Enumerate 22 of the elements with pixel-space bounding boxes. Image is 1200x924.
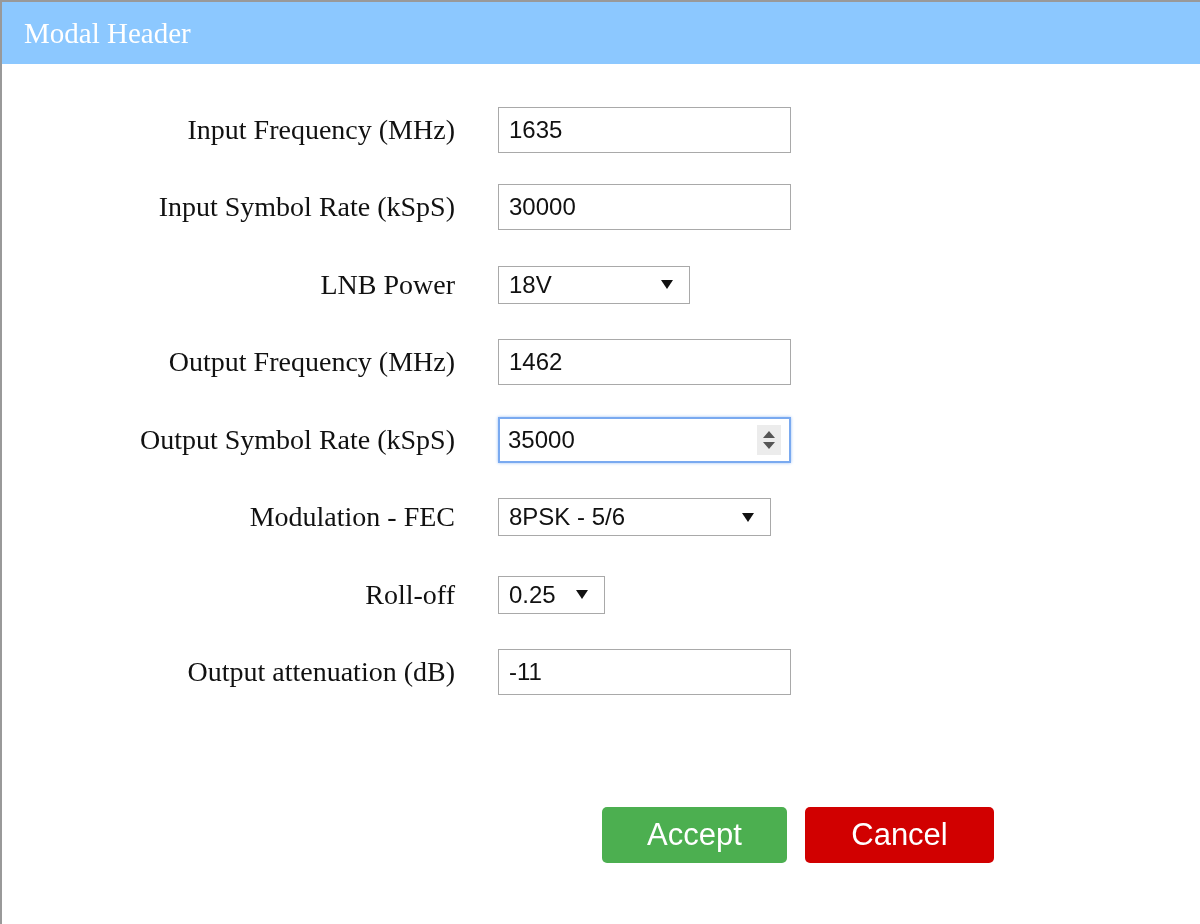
spinner-icon[interactable] — [757, 424, 781, 455]
field-label: Output attenuation (dB) — [186, 656, 455, 689]
field-label: LNB Power — [319, 268, 455, 301]
field-label: Output Symbol Rate (kSpS) — [139, 423, 455, 456]
field-label: Input Symbol Rate (kSpS) — [157, 191, 455, 224]
caret-icon — [661, 280, 673, 290]
dropdown[interactable]: 18V — [498, 265, 690, 304]
input-field[interactable]: 1635 — [498, 106, 791, 153]
input-field[interactable]: -11 — [498, 649, 791, 696]
field-label: Modulation - FEC — [248, 501, 455, 534]
caret-icon — [742, 512, 754, 522]
field-label: Output Frequency (MHz) — [167, 346, 455, 379]
input-field[interactable]: 1462 — [498, 339, 791, 386]
cancel-button[interactable]: Cancel — [805, 807, 994, 863]
dropdown[interactable]: 0.25 — [498, 575, 605, 614]
number-field[interactable]: 35000 — [498, 416, 791, 463]
field-label: Input Frequency (MHz) — [186, 113, 455, 146]
modal-title: Modal Header — [24, 16, 191, 50]
dropdown[interactable]: 8PSK - 5/6 — [498, 498, 771, 537]
input-field[interactable]: 30000 — [498, 184, 791, 231]
caret-icon — [576, 590, 588, 600]
field-label: Roll-off — [364, 578, 455, 611]
